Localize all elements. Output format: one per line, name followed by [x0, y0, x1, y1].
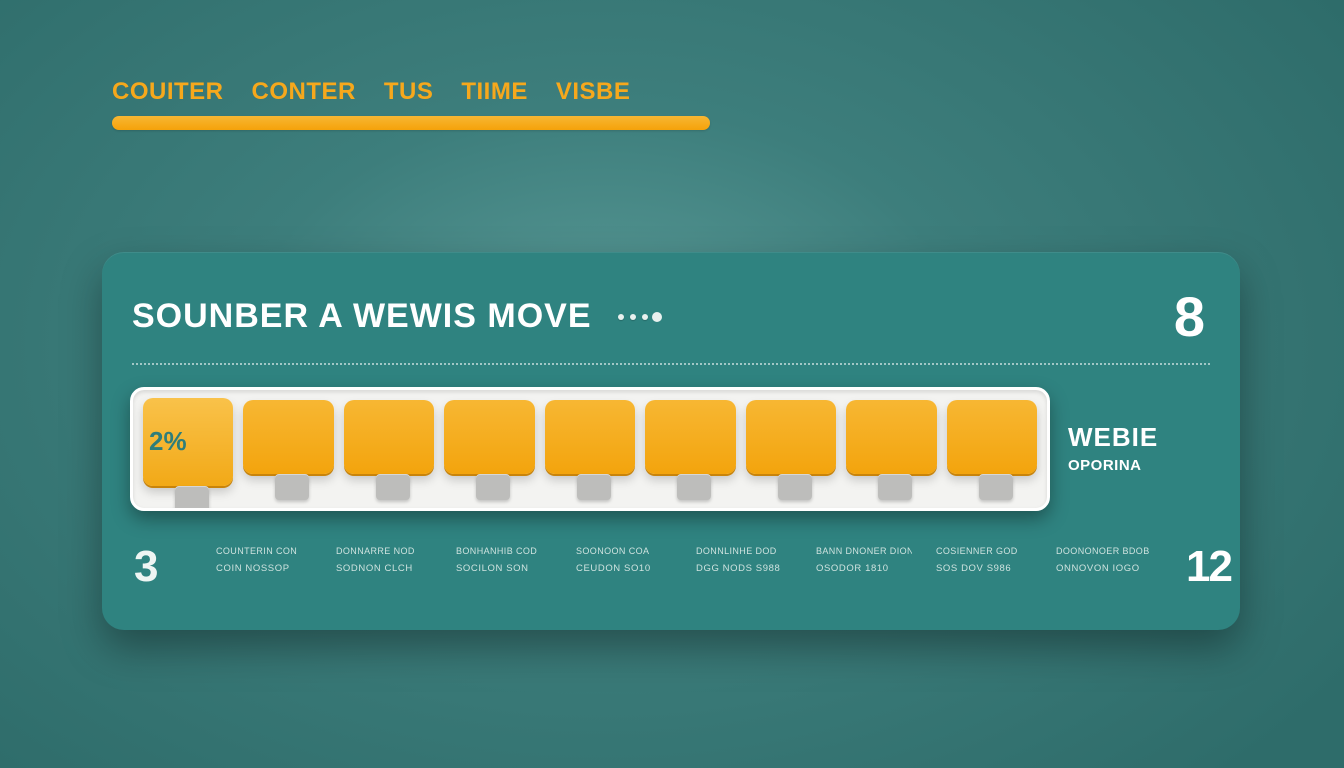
chip-1[interactable]: 2%	[143, 398, 233, 486]
chip-1-label: 2%	[149, 426, 187, 457]
footer-col-4: SOONOON COA CEUDON SO10	[576, 545, 672, 576]
footer-col-6-a: BANN DNONER DION	[816, 545, 912, 557]
side-label-line2: oporina	[1068, 451, 1158, 475]
footer-col-2: DONNARRE NOD SODNON CLCH	[336, 545, 432, 576]
chip-4-tab	[476, 474, 510, 500]
divider-dotted	[132, 363, 1210, 365]
chip-6-tab	[677, 474, 711, 500]
chip-9[interactable]	[947, 400, 1037, 474]
chip-5-tab	[577, 474, 611, 500]
chip-4[interactable]	[444, 400, 534, 474]
footer-col-1: COUNTERIN CON COIN NOSSOP	[216, 545, 312, 576]
card-title: Sounber a Wewis move	[132, 297, 592, 336]
footer-col-5: DONNLINHE DOD DGG NODS S988	[696, 545, 792, 576]
tab-conter[interactable]: Conter	[252, 78, 356, 106]
summary-card: Sounber a Wewis move 8 2% Webie oporina	[102, 252, 1240, 630]
footer-col-2-a: DONNARRE NOD	[336, 545, 432, 557]
chip-2[interactable]	[243, 400, 333, 474]
footer-col-7: COSIENNER GOD SOS DOV S986	[936, 545, 1032, 576]
footer-col-3-b: SOCILON SON	[456, 563, 552, 576]
tab-time[interactable]: Tiime	[461, 78, 528, 106]
tab-visbe[interactable]: Visbe	[556, 78, 631, 106]
footer-col-8-a: DOONONOER BDOB	[1056, 545, 1152, 557]
chip-7-tab	[778, 474, 812, 500]
footer-col-3-a: BONHANHIB COD	[456, 545, 552, 557]
chip-5[interactable]	[545, 400, 635, 474]
card-footer: 3 COUNTERIN CON COIN NOSSOP DONNARRE NOD…	[130, 545, 1212, 589]
footer-right-value: 12	[1186, 545, 1231, 589]
side-label-line1: Webie	[1068, 423, 1158, 452]
footer-col-7-a: COSIENNER GOD	[936, 545, 1032, 557]
footer-columns: COUNTERIN CON COIN NOSSOP DONNARRE NOD S…	[216, 545, 1152, 576]
chip-2-tab	[275, 474, 309, 500]
chip-6[interactable]	[645, 400, 735, 474]
card-header: Sounber a Wewis move 8	[130, 284, 1212, 349]
footer-col-2-b: SODNON CLCH	[336, 563, 432, 576]
tab-tus[interactable]: tus	[384, 78, 434, 106]
chip-strip: 2%	[130, 387, 1050, 511]
chip-8-tab	[878, 474, 912, 500]
card-big-value: 8	[1174, 284, 1206, 349]
tab-underline-bar	[112, 116, 710, 130]
chip-1-tab	[175, 486, 209, 511]
footer-col-6-b: OSODOR 1810	[816, 563, 912, 576]
chip-strip-row: 2% Webie oporina	[130, 387, 1212, 511]
footer-col-4-b: CEUDON SO10	[576, 563, 672, 576]
footer-col-6: BANN DNONER DION OSODOR 1810	[816, 545, 912, 576]
footer-col-3: BONHANHIB COD SOCILON SON	[456, 545, 552, 576]
card-title-row: Sounber a Wewis move	[132, 297, 664, 336]
chip-3[interactable]	[344, 400, 434, 474]
chip-9-tab	[979, 474, 1013, 500]
footer-left-value: 3	[134, 545, 182, 589]
chip-8[interactable]	[846, 400, 936, 474]
side-label: Webie oporina	[1068, 423, 1158, 476]
footer-col-5-b: DGG NODS S988	[696, 563, 792, 576]
footer-col-1-a: COUNTERIN CON	[216, 545, 312, 557]
tab-counter[interactable]: Couiter	[112, 78, 224, 106]
footer-col-5-a: DONNLINHE DOD	[696, 545, 792, 557]
footer-col-4-a: SOONOON COA	[576, 545, 672, 557]
footer-col-8: DOONONOER BDOB ONNOVON IOGO	[1056, 545, 1152, 576]
chip-7[interactable]	[746, 400, 836, 474]
footer-col-1-b: COIN NOSSOP	[216, 563, 312, 576]
top-tabs: Couiter Conter tus Tiime Visbe	[112, 78, 630, 106]
footer-col-8-b: ONNOVON IOGO	[1056, 563, 1152, 576]
footer-col-7-b: SOS DOV S986	[936, 563, 1032, 576]
chip-3-tab	[376, 474, 410, 500]
more-dots-icon[interactable]	[618, 312, 664, 322]
